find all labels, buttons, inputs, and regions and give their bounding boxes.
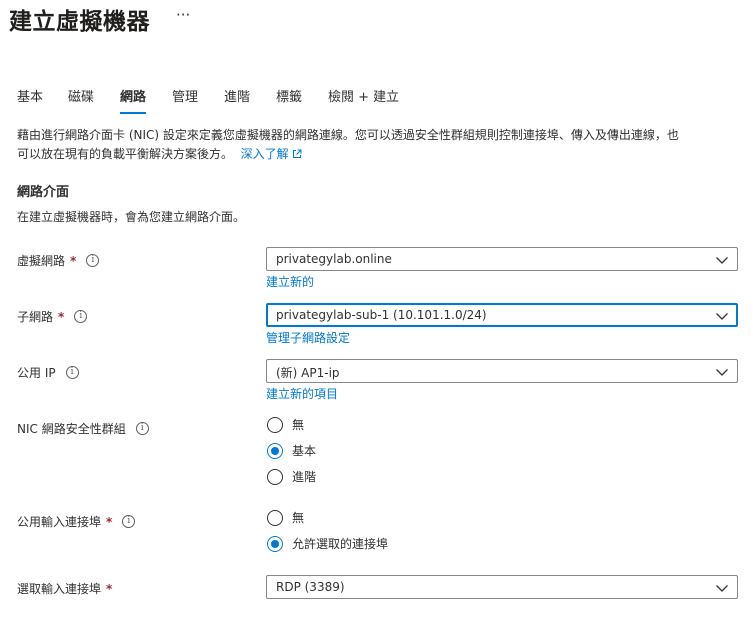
- info-icon[interactable]: i: [65, 366, 79, 379]
- required-mark: *: [106, 581, 113, 596]
- chevron-down-icon: [716, 369, 728, 376]
- inbound-ports-radio-none[interactable]: 無: [267, 509, 304, 526]
- info-icon[interactable]: i: [74, 310, 88, 323]
- public-ip-value: (新) AP1-ip: [276, 366, 340, 380]
- select-ports-value: RDP (3389): [276, 580, 345, 594]
- nic-nsg-radio-advanced[interactable]: 進階: [267, 468, 316, 485]
- nic-nsg-radio-basic[interactable]: 基本: [267, 442, 316, 459]
- required-mark: *: [70, 253, 77, 268]
- page-title: 建立虛擬機器: [9, 9, 150, 35]
- radio-circle: [267, 416, 283, 433]
- manage-subnet-link[interactable]: 管理子網路設定: [266, 329, 350, 346]
- vnet-dropdown[interactable]: privategylab.online: [266, 247, 738, 271]
- tab-management[interactable]: 管理: [172, 88, 198, 112]
- description-line-2: 可以放在現有的負載平衡解決方案後方。 深入了解: [17, 145, 739, 164]
- select-ports-label: 選取輸入連接埠 *: [17, 581, 113, 597]
- subnet-value: privategylab-sub-1 (10.101.1.0/24): [276, 308, 487, 322]
- tab-networking[interactable]: 網路: [120, 88, 147, 114]
- required-mark: *: [106, 514, 113, 529]
- tab-basics[interactable]: 基本: [17, 88, 43, 112]
- public-ip-label: 公用 IP i: [17, 364, 79, 381]
- radio-circle: [267, 442, 283, 459]
- chevron-down-icon: [716, 585, 728, 592]
- section-subtitle: 在建立虛擬機器時，會為您建立網路介面。: [17, 210, 246, 224]
- info-icon[interactable]: i: [86, 254, 100, 267]
- page-description: 藉由進行網路介面卡 (NIC) 設定來定義您虛擬機器的網路連線。您可以透過安全性…: [17, 126, 739, 164]
- vnet-value: privategylab.online: [276, 252, 392, 266]
- create-new-vnet-link[interactable]: 建立新的: [266, 273, 314, 290]
- nic-nsg-label: NIC 網路安全性群組 i: [17, 420, 149, 437]
- tab-review-create[interactable]: 檢閱 + 建立: [328, 88, 399, 112]
- radio-circle: [267, 468, 283, 485]
- radio-circle: [267, 535, 283, 552]
- vnet-label: 虛擬網路 * i: [17, 252, 100, 269]
- more-options-button[interactable]: ···: [176, 6, 190, 24]
- description-line-1: 藉由進行網路介面卡 (NIC) 設定來定義您虛擬機器的網路連線。您可以透過安全性…: [17, 128, 679, 142]
- radio-circle: [267, 509, 283, 526]
- tab-advanced[interactable]: 進階: [224, 88, 250, 112]
- section-title-network-interface: 網路介面: [17, 185, 70, 200]
- select-ports-dropdown[interactable]: RDP (3389): [266, 575, 738, 599]
- external-link-icon: [292, 149, 302, 158]
- info-icon[interactable]: i: [122, 515, 136, 528]
- subnet-dropdown[interactable]: privategylab-sub-1 (10.101.1.0/24): [266, 303, 738, 327]
- chevron-down-icon: [716, 257, 728, 264]
- required-mark: *: [58, 309, 65, 324]
- tab-disks[interactable]: 磁碟: [68, 88, 94, 112]
- info-icon[interactable]: i: [135, 422, 149, 435]
- inbound-ports-label: 公用輸入連接埠 * i: [17, 513, 136, 530]
- chevron-down-icon: [716, 313, 728, 320]
- tab-tags[interactable]: 標籤: [276, 88, 302, 112]
- subnet-label: 子網路 * i: [17, 308, 88, 325]
- nic-nsg-radio-none[interactable]: 無: [267, 416, 304, 433]
- public-ip-dropdown[interactable]: (新) AP1-ip: [266, 359, 738, 383]
- learn-more-link[interactable]: 深入了解: [241, 147, 302, 161]
- create-new-public-ip-link[interactable]: 建立新的項目: [266, 385, 338, 402]
- inbound-ports-radio-allow-selected[interactable]: 允許選取的連接埠: [267, 535, 388, 552]
